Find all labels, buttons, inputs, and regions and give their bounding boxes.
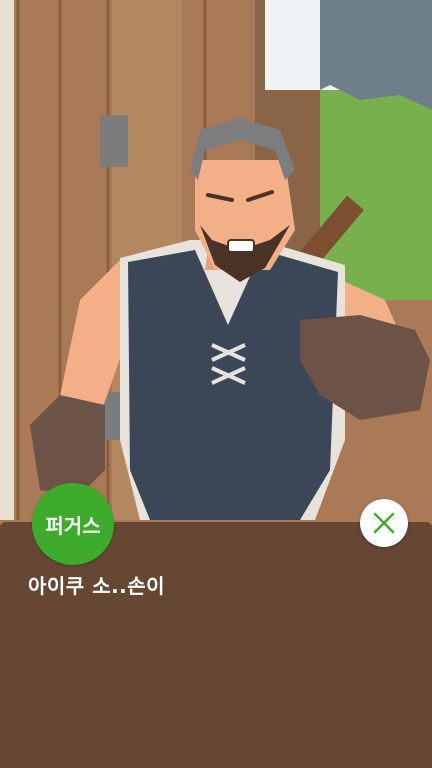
close-icon	[373, 512, 395, 534]
speaker-name-badge: 퍼거스	[32, 483, 114, 565]
speaker-name: 퍼거스	[45, 513, 101, 538]
door-hinge-top	[100, 115, 128, 167]
close-button[interactable]	[360, 499, 408, 547]
dialog-text: 아이쿠 소..손이	[28, 574, 166, 598]
character-mouth	[227, 239, 255, 253]
left-edge	[0, 0, 14, 520]
